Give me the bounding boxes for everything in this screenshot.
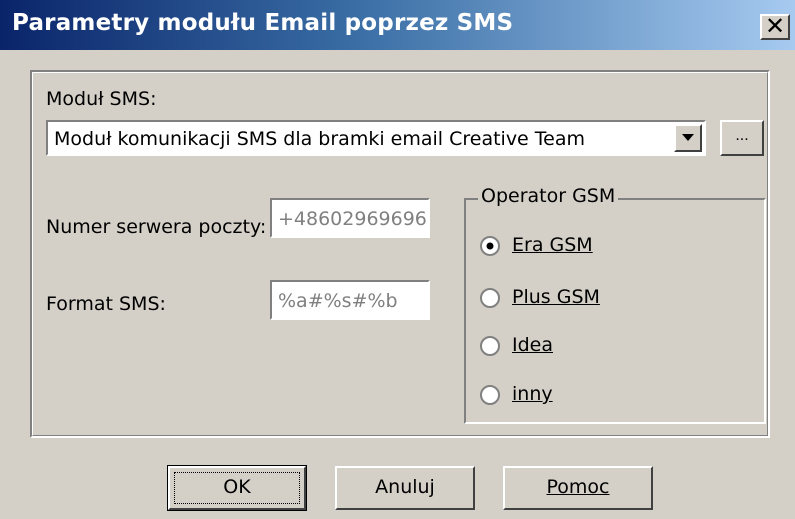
- operator-legend: Operator GSM: [478, 185, 619, 207]
- radio-idea-label: Idea: [512, 334, 553, 356]
- window-title: Parametry modułu Email poprzez SMS: [12, 10, 514, 36]
- sms-module-select[interactable]: Moduł komunikacji SMS dla bramki email C…: [46, 120, 706, 156]
- browse-button[interactable]: ...: [720, 120, 764, 156]
- ok-button[interactable]: OK: [167, 465, 307, 511]
- radio-plus-gsm[interactable]: [480, 288, 500, 308]
- server-number-input[interactable]: +48602969696: [270, 198, 430, 238]
- title-bar[interactable]: Parametry modułu Email poprzez SMS ✕: [0, 0, 795, 50]
- dropdown-button[interactable]: [674, 124, 702, 152]
- operator-group: [464, 198, 766, 424]
- close-button[interactable]: ✕: [760, 14, 790, 40]
- radio-idea[interactable]: [480, 336, 500, 356]
- radio-era-gsm[interactable]: [480, 236, 500, 256]
- sms-format-label: Format SMS:: [46, 293, 166, 315]
- cancel-button[interactable]: Anuluj: [335, 466, 475, 510]
- radio-era-gsm-label: Era GSM: [512, 234, 593, 256]
- server-number-value: +48602969696: [278, 208, 427, 230]
- focus-rect: [174, 472, 300, 504]
- radio-inny[interactable]: [480, 385, 500, 405]
- sms-format-input[interactable]: %a#%s#%b: [270, 280, 430, 320]
- server-number-label: Numer serwera poczty:: [46, 216, 267, 238]
- chevron-down-icon: [682, 134, 694, 141]
- cancel-label: Anuluj: [375, 476, 435, 498]
- close-icon: ✕: [764, 12, 786, 40]
- sms-module-label: Moduł SMS:: [46, 88, 157, 110]
- sms-module-value: Moduł komunikacji SMS dla bramki email C…: [54, 128, 586, 150]
- help-button[interactable]: Pomoc: [503, 466, 653, 510]
- radio-plus-gsm-label: Plus GSM: [512, 286, 600, 308]
- radio-inny-label: inny: [512, 383, 553, 405]
- sms-format-value: %a#%s#%b: [278, 290, 398, 312]
- dialog-window: Parametry modułu Email poprzez SMS ✕ Mod…: [0, 0, 795, 519]
- help-label: Pomoc: [546, 476, 610, 498]
